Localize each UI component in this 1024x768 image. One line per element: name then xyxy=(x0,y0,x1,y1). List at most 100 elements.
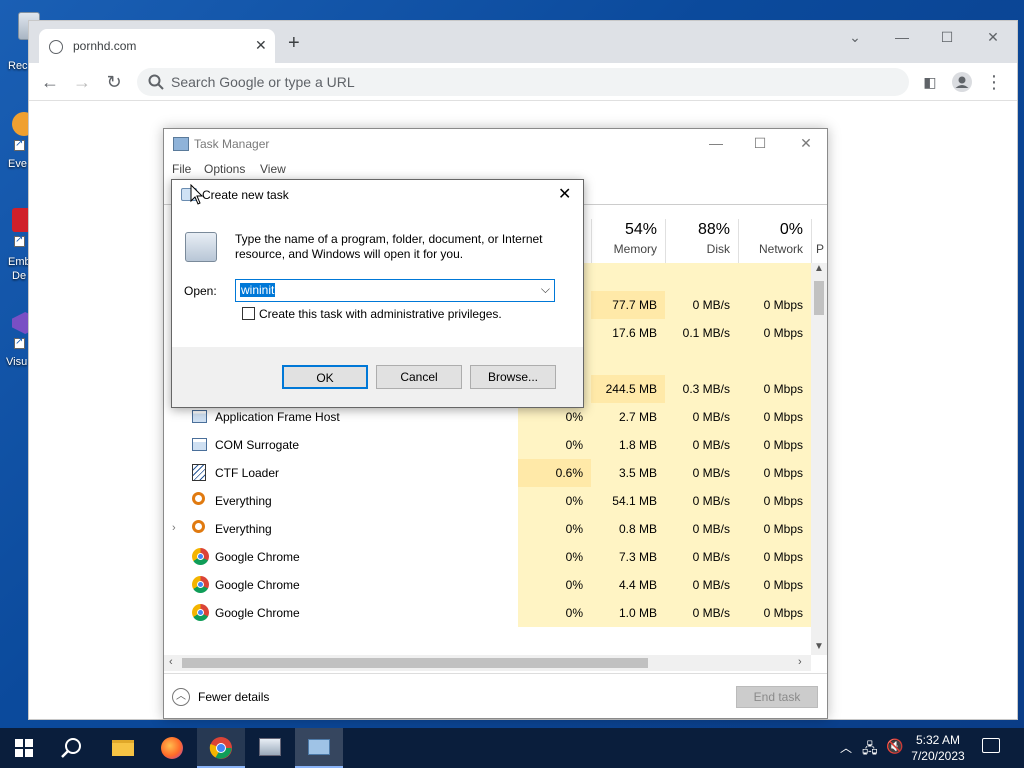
taskbar-clock[interactable]: 5:32 AM 7/20/2023 xyxy=(906,732,970,764)
scroll-down-icon[interactable]: ▼ xyxy=(814,641,824,652)
search-button[interactable] xyxy=(48,728,96,768)
recycle-bin-icon[interactable]: Rec xyxy=(0,8,40,72)
disk-label: Disk xyxy=(706,242,730,256)
tab-search-icon[interactable]: ⌄ xyxy=(844,29,866,49)
network-tray-icon[interactable]: 🖧 xyxy=(862,738,878,762)
col-network[interactable]: 0% Network xyxy=(738,219,811,263)
cell-net: 0 Mbps xyxy=(738,515,811,543)
recycle-bin-label: Rec xyxy=(8,60,28,72)
tm-close-button[interactable]: ✕ xyxy=(796,135,816,153)
windows-logo-icon xyxy=(15,739,33,757)
chrome-menu-icon[interactable]: ⋮ xyxy=(981,69,1007,95)
table-row[interactable]: › Everything 0% 0.8 MB 0 MB/s 0 Mbps xyxy=(164,515,811,543)
chrome-icon xyxy=(192,548,209,565)
admin-checkbox-label[interactable]: Create this task with administrative pri… xyxy=(259,307,502,321)
cancel-button[interactable]: Cancel xyxy=(376,365,462,389)
embarcadero-desktop-label2: De xyxy=(12,270,27,282)
menu-file[interactable]: File xyxy=(172,162,191,176)
cell-disk: 0 MB/s xyxy=(665,291,738,319)
chrome-toolbar: ← → ↻ Search Google or type a URL ◧ ⋮ xyxy=(29,63,1017,101)
folder-icon xyxy=(112,740,134,756)
new-tab-button[interactable]: + xyxy=(288,32,300,55)
mouse-cursor-icon xyxy=(190,184,204,205)
dialog-body: Create new task ✕ Type the name of a pro… xyxy=(172,180,583,347)
end-task-button[interactable]: End task xyxy=(736,686,818,708)
profile-icon[interactable] xyxy=(949,69,975,95)
expand-chevron-icon[interactable]: › xyxy=(172,522,176,534)
network-label: Network xyxy=(758,242,803,256)
chevron-down-icon[interactable]: ⌵ xyxy=(541,282,550,297)
menu-options[interactable]: Options xyxy=(204,162,245,176)
scroll-left-icon[interactable]: ‹ xyxy=(169,656,173,668)
tab-close-icon[interactable]: ✕ xyxy=(255,37,267,54)
chrome-tab[interactable]: pornhd.com ✕ xyxy=(39,29,275,63)
fewer-details-link[interactable]: Fewer details xyxy=(198,690,269,704)
everything-icon xyxy=(192,492,205,505)
show-hidden-icons-chevron-icon[interactable]: ︿ xyxy=(840,739,852,756)
scroll-up-icon[interactable]: ▲ xyxy=(814,263,824,274)
side-panel-icon[interactable]: ◧ xyxy=(917,69,943,95)
col-power-partial[interactable]: P xyxy=(811,219,827,263)
cell-net: 0 Mbps xyxy=(738,403,811,431)
vertical-scrollbar[interactable]: ▲ ▼ xyxy=(811,263,827,655)
remote-desktop-button[interactable] xyxy=(246,728,294,768)
create-new-task-dialog: Create new task ✕ Type the name of a pro… xyxy=(171,179,584,408)
task-manager-titlebar: Task Manager — ☐ ✕ xyxy=(164,129,827,159)
open-input-value[interactable]: wininit xyxy=(240,283,276,297)
table-row[interactable]: COM Surrogate 0% 1.8 MB 0 MB/s 0 Mbps xyxy=(164,431,811,459)
browse-button[interactable]: Browse... xyxy=(470,365,556,389)
open-combobox[interactable]: wininit ⌵ xyxy=(235,279,555,302)
visual-studio-desktop-icon[interactable]: Visu xyxy=(0,312,34,368)
table-row[interactable]: Google Chrome 0% 4.4 MB 0 MB/s 0 Mbps xyxy=(164,571,811,599)
close-button[interactable]: ✕ xyxy=(982,29,1004,49)
dialog-close-icon[interactable]: ✕ xyxy=(558,184,571,204)
tm-minimize-button[interactable]: — xyxy=(706,135,726,153)
hscroll-thumb[interactable] xyxy=(182,658,648,668)
shortcut-arrow-icon xyxy=(14,138,25,151)
task-manager-taskbar-button[interactable] xyxy=(295,728,343,768)
cell-net: 0 Mbps xyxy=(738,319,811,347)
table-row[interactable]: Everything 0% 54.1 MB 0 MB/s 0 Mbps xyxy=(164,487,811,515)
dialog-title: Create new task xyxy=(202,188,289,202)
table-row[interactable]: CTF Loader 0.6% 3.5 MB 0 MB/s 0 Mbps xyxy=(164,459,811,487)
admin-checkbox[interactable] xyxy=(242,307,255,320)
ok-button[interactable]: OK xyxy=(282,365,368,389)
start-button[interactable] xyxy=(0,728,48,768)
avatar xyxy=(952,72,972,92)
table-row[interactable]: Google Chrome 0% 7.3 MB 0 MB/s 0 Mbps xyxy=(164,543,811,571)
app-icon xyxy=(192,438,207,451)
cell-disk: 0 MB/s xyxy=(665,403,738,431)
cell-mem: 3.5 MB xyxy=(591,459,665,487)
process-name: CTF Loader xyxy=(215,466,280,480)
cell-disk: 0 MB/s xyxy=(665,571,738,599)
scroll-thumb[interactable] xyxy=(814,281,824,315)
chrome-taskbar-button[interactable] xyxy=(197,728,245,768)
col-memory[interactable]: 54% Memory xyxy=(591,219,665,263)
everything-desktop-icon[interactable]: Eve xyxy=(0,112,36,170)
minimize-button[interactable]: — xyxy=(891,29,913,49)
horizontal-scrollbar[interactable]: ‹ › xyxy=(164,655,811,671)
everything-icon xyxy=(192,520,205,533)
file-explorer-button[interactable] xyxy=(98,728,146,768)
scroll-right-icon[interactable]: › xyxy=(798,656,802,668)
shortcut-arrow-icon xyxy=(14,234,25,247)
firefox-button[interactable] xyxy=(148,728,196,768)
process-name: COM Surrogate xyxy=(215,438,300,452)
back-icon[interactable]: ← xyxy=(37,69,63,95)
reload-icon[interactable]: ↻ xyxy=(101,69,127,95)
embarcadero-desktop-icon[interactable]: Emb De xyxy=(0,208,36,282)
cell-cpu: 0% xyxy=(518,571,591,599)
col-disk[interactable]: 88% Disk xyxy=(665,219,738,263)
chrome-icon xyxy=(192,576,209,593)
maximize-button[interactable]: ☐ xyxy=(936,29,958,49)
table-row[interactable]: Google Chrome 0% 1.0 MB 0 MB/s 0 Mbps xyxy=(164,599,811,627)
tm-maximize-button[interactable]: ☐ xyxy=(750,135,770,153)
notifications-icon[interactable] xyxy=(982,738,1000,753)
omnibox[interactable]: Search Google or type a URL xyxy=(137,68,909,96)
forward-icon[interactable]: → xyxy=(69,69,95,95)
chevron-up-icon[interactable]: ︿ xyxy=(172,688,190,706)
menu-view[interactable]: View xyxy=(260,162,286,176)
process-name: Everything xyxy=(215,522,272,536)
volume-muted-icon[interactable]: 🔇 xyxy=(886,738,903,755)
computer-icon xyxy=(259,738,281,756)
